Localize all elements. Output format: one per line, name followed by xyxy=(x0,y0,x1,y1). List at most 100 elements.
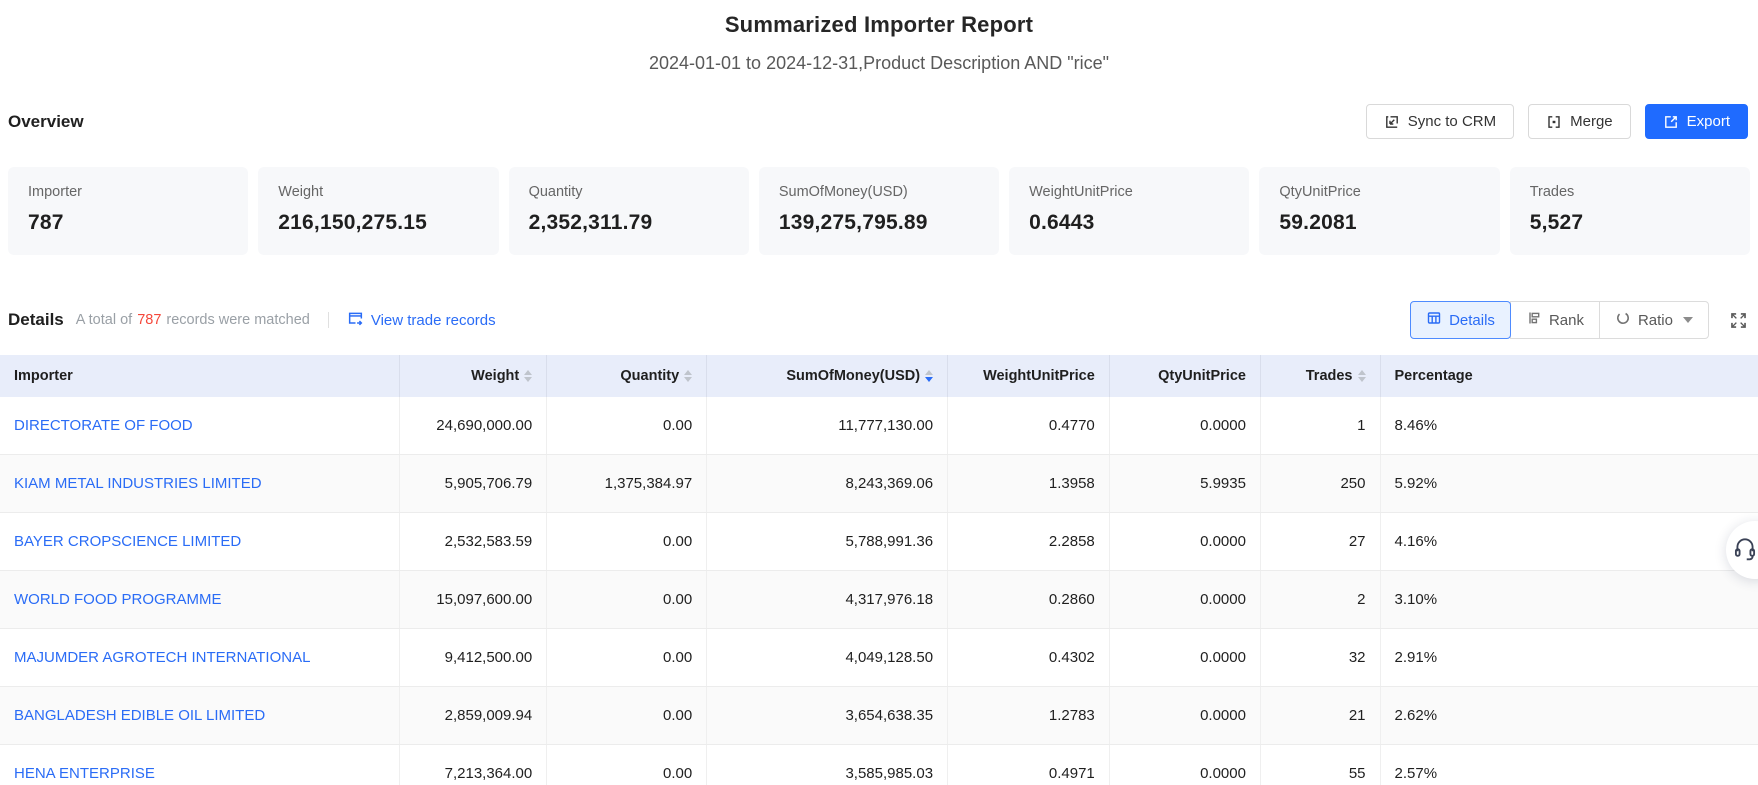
tab-details[interactable]: Details xyxy=(1410,301,1511,339)
weight-unit-price-cell: 0.4971 xyxy=(948,745,1110,785)
col-header-qty-unit-price: QtyUnitPrice xyxy=(1109,355,1260,397)
trades-cell: 2 xyxy=(1260,571,1380,629)
export-button[interactable]: Export xyxy=(1645,104,1748,139)
page-subtitle: 2024-01-01 to 2024-12-31,Product Descrip… xyxy=(0,53,1758,74)
stat-label: Trades xyxy=(1530,184,1730,200)
tab-details-label: Details xyxy=(1449,312,1495,329)
quantity-cell: 0.00 xyxy=(547,745,707,785)
importer-link[interactable]: DIRECTORATE OF FOOD xyxy=(14,417,193,434)
percentage-cell: 2.91% xyxy=(1380,629,1758,687)
sum-of-money-cell: 11,777,130.00 xyxy=(707,397,948,455)
view-switcher: Details Rank Ratio xyxy=(1410,301,1709,339)
table-grid-icon xyxy=(1426,310,1442,330)
weight-unit-price-cell: 2.2858 xyxy=(948,513,1110,571)
table-row: MAJUMDER AGROTECH INTERNATIONAL 9,412,50… xyxy=(0,629,1758,687)
col-label: Percentage xyxy=(1395,368,1473,384)
stat-label: SumOfMoney(USD) xyxy=(779,184,979,200)
stat-value: 2,352,311.79 xyxy=(529,211,729,235)
qty-unit-price-cell: 0.0000 xyxy=(1109,629,1260,687)
stat-label: QtyUnitPrice xyxy=(1279,184,1479,200)
col-label: Weight xyxy=(471,368,519,384)
sort-icon[interactable] xyxy=(1358,370,1366,382)
stat-label: Quantity xyxy=(529,184,729,200)
qty-unit-price-cell: 0.0000 xyxy=(1109,745,1260,785)
match-suffix: records were matched xyxy=(166,312,309,328)
merge-icon xyxy=(1546,114,1562,130)
divider xyxy=(328,312,329,328)
weight-unit-price-cell: 1.3958 xyxy=(948,455,1110,513)
sync-to-crm-icon xyxy=(1384,114,1400,130)
col-header-quantity[interactable]: Quantity xyxy=(547,355,707,397)
overview-bar: Overview Sync to CRM Merge xyxy=(8,104,1748,139)
view-trade-records-link[interactable]: View trade records xyxy=(347,310,496,331)
weight-cell: 2,859,009.94 xyxy=(399,687,547,745)
importer-link[interactable]: KIAM METAL INDUSTRIES LIMITED xyxy=(14,475,262,492)
trades-cell: 27 xyxy=(1260,513,1380,571)
col-label: WeightUnitPrice xyxy=(983,368,1095,384)
merge-button[interactable]: Merge xyxy=(1528,104,1631,139)
stat-value: 139,275,795.89 xyxy=(779,211,979,235)
col-header-sum-of-money[interactable]: SumOfMoney(USD) xyxy=(707,355,948,397)
percentage-cell: 3.10% xyxy=(1380,571,1758,629)
sort-icon-active-desc[interactable] xyxy=(925,370,933,382)
table-row: HENA ENTERPRISE 7,213,364.00 0.00 3,585,… xyxy=(0,745,1758,785)
stat-card-importer: Importer 787 xyxy=(8,167,248,255)
caret-down-icon xyxy=(1683,317,1693,323)
col-header-importer: Importer xyxy=(0,355,399,397)
col-header-weight[interactable]: Weight xyxy=(399,355,547,397)
importer-link[interactable]: BANGLADESH EDIBLE OIL LIMITED xyxy=(14,707,265,724)
window-arrow-icon xyxy=(347,310,364,331)
table-row: DIRECTORATE OF FOOD 24,690,000.00 0.00 1… xyxy=(0,397,1758,455)
importer-link[interactable]: HENA ENTERPRISE xyxy=(14,765,155,782)
trades-cell: 1 xyxy=(1260,397,1380,455)
sort-icon[interactable] xyxy=(524,370,532,382)
merge-label: Merge xyxy=(1570,113,1613,130)
stat-value: 787 xyxy=(28,211,228,235)
quantity-cell: 0.00 xyxy=(547,513,707,571)
weight-unit-price-cell: 0.2860 xyxy=(948,571,1110,629)
tab-ratio[interactable]: Ratio xyxy=(1599,301,1709,339)
sort-icon[interactable] xyxy=(684,370,692,382)
trades-cell: 55 xyxy=(1260,745,1380,785)
match-count: 787 xyxy=(137,312,161,328)
trades-cell: 250 xyxy=(1260,455,1380,513)
percentage-cell: 5.92% xyxy=(1380,455,1758,513)
weight-unit-price-cell: 1.2783 xyxy=(948,687,1110,745)
sync-to-crm-button[interactable]: Sync to CRM xyxy=(1366,104,1514,139)
table-row: BAYER CROPSCIENCE LIMITED 2,532,583.59 0… xyxy=(0,513,1758,571)
stat-label: Weight xyxy=(278,184,478,200)
stat-value: 59.2081 xyxy=(1279,211,1479,235)
overview-stat-cards: Importer 787 Weight 216,150,275.15 Quant… xyxy=(8,167,1750,255)
trades-cell: 32 xyxy=(1260,629,1380,687)
importer-link[interactable]: BAYER CROPSCIENCE LIMITED xyxy=(14,533,241,550)
col-label: Importer xyxy=(14,368,73,384)
stat-value: 5,527 xyxy=(1530,211,1730,235)
stat-card-trades: Trades 5,527 xyxy=(1510,167,1750,255)
col-label: QtyUnitPrice xyxy=(1158,368,1246,384)
fullscreen-button[interactable] xyxy=(1729,311,1748,330)
headset-icon xyxy=(1732,535,1758,566)
quantity-cell: 0.00 xyxy=(547,629,707,687)
weight-unit-price-cell: 0.4770 xyxy=(948,397,1110,455)
tab-rank[interactable]: Rank xyxy=(1510,301,1600,339)
sum-of-money-cell: 5,788,991.36 xyxy=(707,513,948,571)
details-right: Details Rank Ratio xyxy=(1410,301,1748,339)
qty-unit-price-cell: 0.0000 xyxy=(1109,687,1260,745)
overview-heading: Overview xyxy=(8,112,84,132)
stat-card-weight-unit-price: WeightUnitPrice 0.6443 xyxy=(1009,167,1249,255)
stat-value: 0.6443 xyxy=(1029,211,1229,235)
col-label: SumOfMoney(USD) xyxy=(786,368,920,384)
table-row: KIAM METAL INDUSTRIES LIMITED 5,905,706.… xyxy=(0,455,1758,513)
tab-ratio-label: Ratio xyxy=(1638,312,1673,329)
export-icon xyxy=(1663,114,1679,130)
stat-card-qty-unit-price: QtyUnitPrice 59.2081 xyxy=(1259,167,1499,255)
details-left: Details A total of 787 records were matc… xyxy=(8,310,496,331)
table-row: WORLD FOOD PROGRAMME 15,097,600.00 0.00 … xyxy=(0,571,1758,629)
summarized-importer-report-page: Summarized Importer Report 2024-01-01 to… xyxy=(0,0,1758,785)
col-header-percentage: Percentage xyxy=(1380,355,1758,397)
importer-link[interactable]: WORLD FOOD PROGRAMME xyxy=(14,591,222,608)
col-header-trades[interactable]: Trades xyxy=(1260,355,1380,397)
qty-unit-price-cell: 0.0000 xyxy=(1109,571,1260,629)
quantity-cell: 0.00 xyxy=(547,571,707,629)
importer-link[interactable]: MAJUMDER AGROTECH INTERNATIONAL xyxy=(14,649,310,666)
